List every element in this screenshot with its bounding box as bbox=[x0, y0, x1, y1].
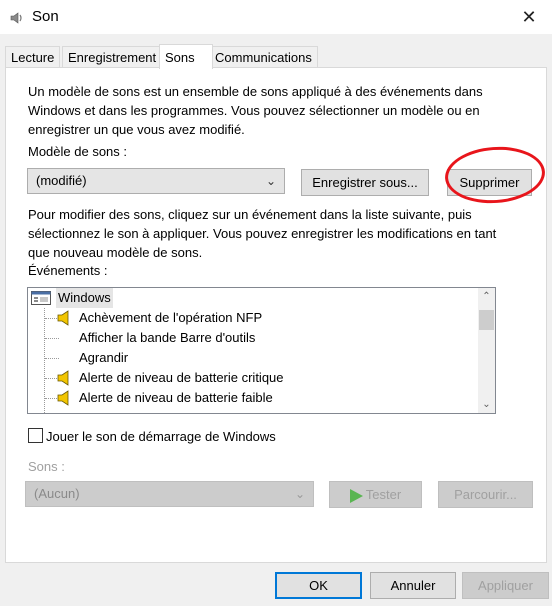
test-button-label: Tester bbox=[365, 487, 402, 502]
scheme-select-value: (modifié) bbox=[36, 173, 87, 188]
play-icon bbox=[349, 488, 363, 503]
title-bar: Son ✕ bbox=[0, 0, 552, 34]
event-label: Afficher la bande Barre d'outils bbox=[79, 330, 256, 345]
save-as-button[interactable]: Enregistrer sous... bbox=[301, 169, 429, 196]
chevron-down-icon: ⌄ bbox=[294, 487, 305, 501]
events-list[interactable]: Windows Achèvement de l'opération NFP Af… bbox=[27, 287, 496, 414]
startup-sound-checkbox[interactable] bbox=[28, 428, 43, 443]
browse-button[interactable]: Parcourir... bbox=[438, 481, 533, 508]
event-label: Achèvement de l'opération NFP bbox=[79, 310, 263, 325]
tab-enregistrement[interactable]: Enregistrement bbox=[62, 46, 163, 68]
event-label: Alerte de niveau de batterie faible bbox=[79, 390, 273, 405]
tab-lecture[interactable]: Lecture bbox=[5, 46, 61, 68]
event-label: Windows bbox=[56, 288, 113, 308]
sound-select[interactable]: (Aucun) ⌄ bbox=[25, 481, 314, 507]
tree-connector bbox=[45, 358, 59, 359]
events-label: Événements : bbox=[28, 263, 108, 278]
windows-app-icon bbox=[31, 291, 51, 305]
event-label: Alerte de niveau de batterie critique bbox=[79, 370, 284, 385]
cancel-button[interactable]: Annuler bbox=[370, 572, 456, 599]
tab-communications[interactable]: Communications bbox=[209, 46, 318, 68]
events-instructions: Pour modifier des sons, cliquez sur un é… bbox=[28, 207, 497, 260]
ok-button[interactable]: OK bbox=[275, 572, 362, 599]
speaker-app-icon bbox=[10, 12, 22, 24]
tab-sons[interactable]: Sons bbox=[159, 44, 213, 69]
speaker-icon bbox=[57, 390, 69, 406]
sound-select-value: (Aucun) bbox=[34, 486, 80, 501]
window-title: Son bbox=[32, 8, 59, 25]
close-icon: ✕ bbox=[521, 6, 537, 27]
event-label: Agrandir bbox=[79, 350, 129, 365]
scroll-up-icon[interactable]: ⌃ bbox=[478, 288, 495, 305]
scroll-down-icon[interactable]: ⌄ bbox=[478, 396, 495, 413]
scroll-thumb[interactable] bbox=[479, 310, 494, 330]
events-scrollbar[interactable]: ⌃ ⌄ bbox=[478, 288, 495, 413]
speaker-icon bbox=[57, 370, 69, 386]
tree-connector bbox=[45, 338, 59, 339]
scheme-select[interactable]: (modifié) ⌄ bbox=[27, 168, 285, 194]
delete-button[interactable]: Supprimer bbox=[447, 169, 532, 196]
chevron-down-icon: ⌄ bbox=[265, 174, 276, 188]
sounds-label: Sons : bbox=[28, 459, 65, 474]
scheme-label: Modèle de sons : bbox=[28, 144, 128, 159]
apply-button[interactable]: Appliquer bbox=[462, 572, 549, 599]
speaker-icon bbox=[57, 310, 69, 326]
test-button[interactable]: Tester bbox=[329, 481, 422, 508]
close-button[interactable]: ✕ bbox=[506, 0, 552, 34]
scheme-description: Un modèle de sons est un ensemble de son… bbox=[28, 84, 483, 137]
startup-sound-label[interactable]: Jouer le son de démarrage de Windows bbox=[46, 429, 276, 444]
